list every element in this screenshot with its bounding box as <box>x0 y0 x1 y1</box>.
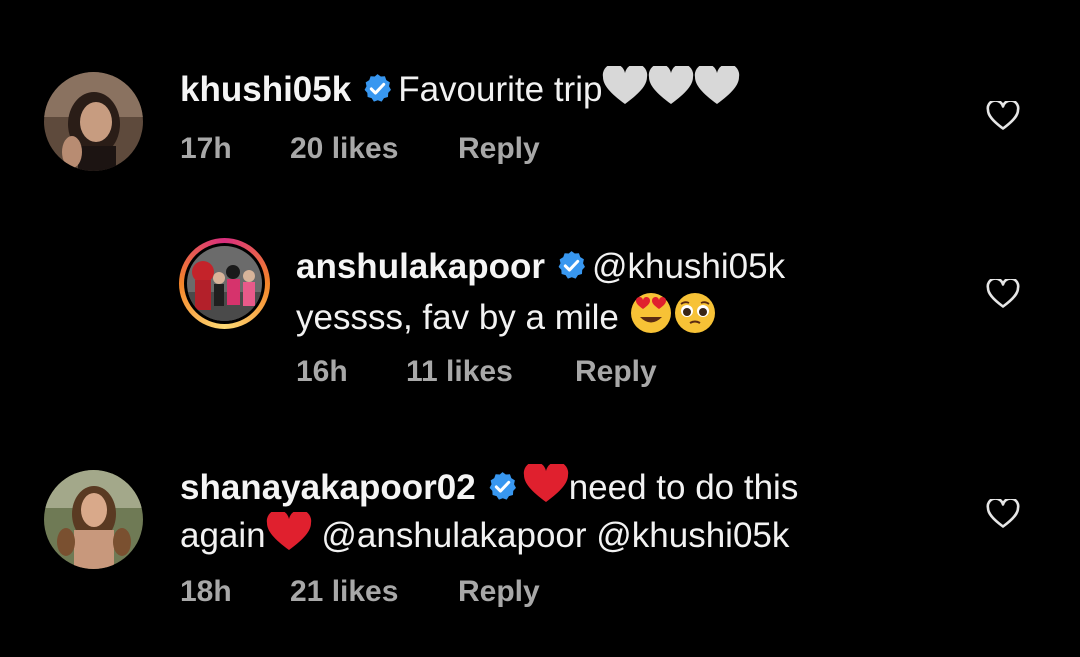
comment-body: Favourite trip <box>398 70 603 109</box>
comment-text: anshulakapoor @khushi05k <box>296 244 785 294</box>
white-heart-emoji <box>602 63 648 118</box>
comment-body: need to do this <box>568 468 799 507</box>
profile-photo-icon <box>187 246 262 321</box>
comment-text: shanayakapoor02 need to do this <box>180 461 799 516</box>
white-heart-emoji <box>648 63 694 118</box>
timestamp: 18h <box>180 575 232 608</box>
likes-count[interactable]: 20 likes <box>290 132 458 166</box>
avatar-anshulakapoor[interactable] <box>179 238 270 329</box>
verified-badge-icon <box>486 469 519 515</box>
profile-photo-icon <box>44 470 143 569</box>
timestamp: 17h <box>180 132 232 165</box>
comment-khushi05k: khushi05k Favourite trip 17h 20 likes Reply <box>0 0 1080 200</box>
mention-link[interactable]: @khushi05k <box>592 247 785 286</box>
comment-meta: 18h 21 likes Reply <box>180 575 540 609</box>
red-heart-emoji <box>266 509 312 564</box>
verified-badge-icon <box>555 248 588 294</box>
heart-eyes-emoji <box>629 292 673 346</box>
like-button[interactable] <box>986 277 1020 309</box>
pleading-face-emoji <box>673 292 717 346</box>
comment-anshulakapoor: anshulakapoor @khushi05k yessss, fav by a… <box>0 200 1080 420</box>
username[interactable]: shanayakapoor02 <box>180 468 476 507</box>
likes-count[interactable]: 21 likes <box>290 575 458 609</box>
comment-text-line-2: again @anshulakapoor @khushi05k <box>180 509 789 564</box>
reply-button[interactable]: Reply <box>458 132 540 166</box>
avatar-shanayakapoor02[interactable] <box>44 470 143 569</box>
avatar-khushi05k[interactable] <box>44 72 143 171</box>
timestamp: 16h <box>296 355 348 388</box>
profile-photo-icon <box>44 72 143 171</box>
likes-count[interactable]: 11 likes <box>406 355 575 389</box>
white-heart-emoji <box>694 63 740 118</box>
comment-meta: 16h 11 likes Reply <box>296 355 657 389</box>
heart-outline-icon <box>986 497 1020 528</box>
reply-button[interactable]: Reply <box>575 355 657 389</box>
heart-outline-icon <box>986 277 1020 308</box>
comment-meta: 17h 20 likes Reply <box>180 132 540 166</box>
comment-text: khushi05k Favourite trip <box>180 63 740 118</box>
reply-button[interactable]: Reply <box>458 575 540 609</box>
like-button[interactable] <box>986 99 1020 131</box>
comment-shanayakapoor02: shanayakapoor02 need to do this again @an… <box>0 420 1080 657</box>
comment-body-continued: again <box>180 516 266 555</box>
username[interactable]: khushi05k <box>180 70 351 109</box>
mention-links[interactable]: @anshulakapoor @khushi05k <box>321 516 789 555</box>
verified-badge-icon <box>361 71 394 117</box>
red-heart-emoji <box>523 461 569 516</box>
heart-outline-icon <box>986 99 1020 130</box>
like-button[interactable] <box>986 497 1020 529</box>
comment-text-line-2: yessss, fav by a mile <box>296 292 717 346</box>
username[interactable]: anshulakapoor <box>296 247 545 286</box>
comment-body: yessss, fav by a mile <box>296 298 619 337</box>
